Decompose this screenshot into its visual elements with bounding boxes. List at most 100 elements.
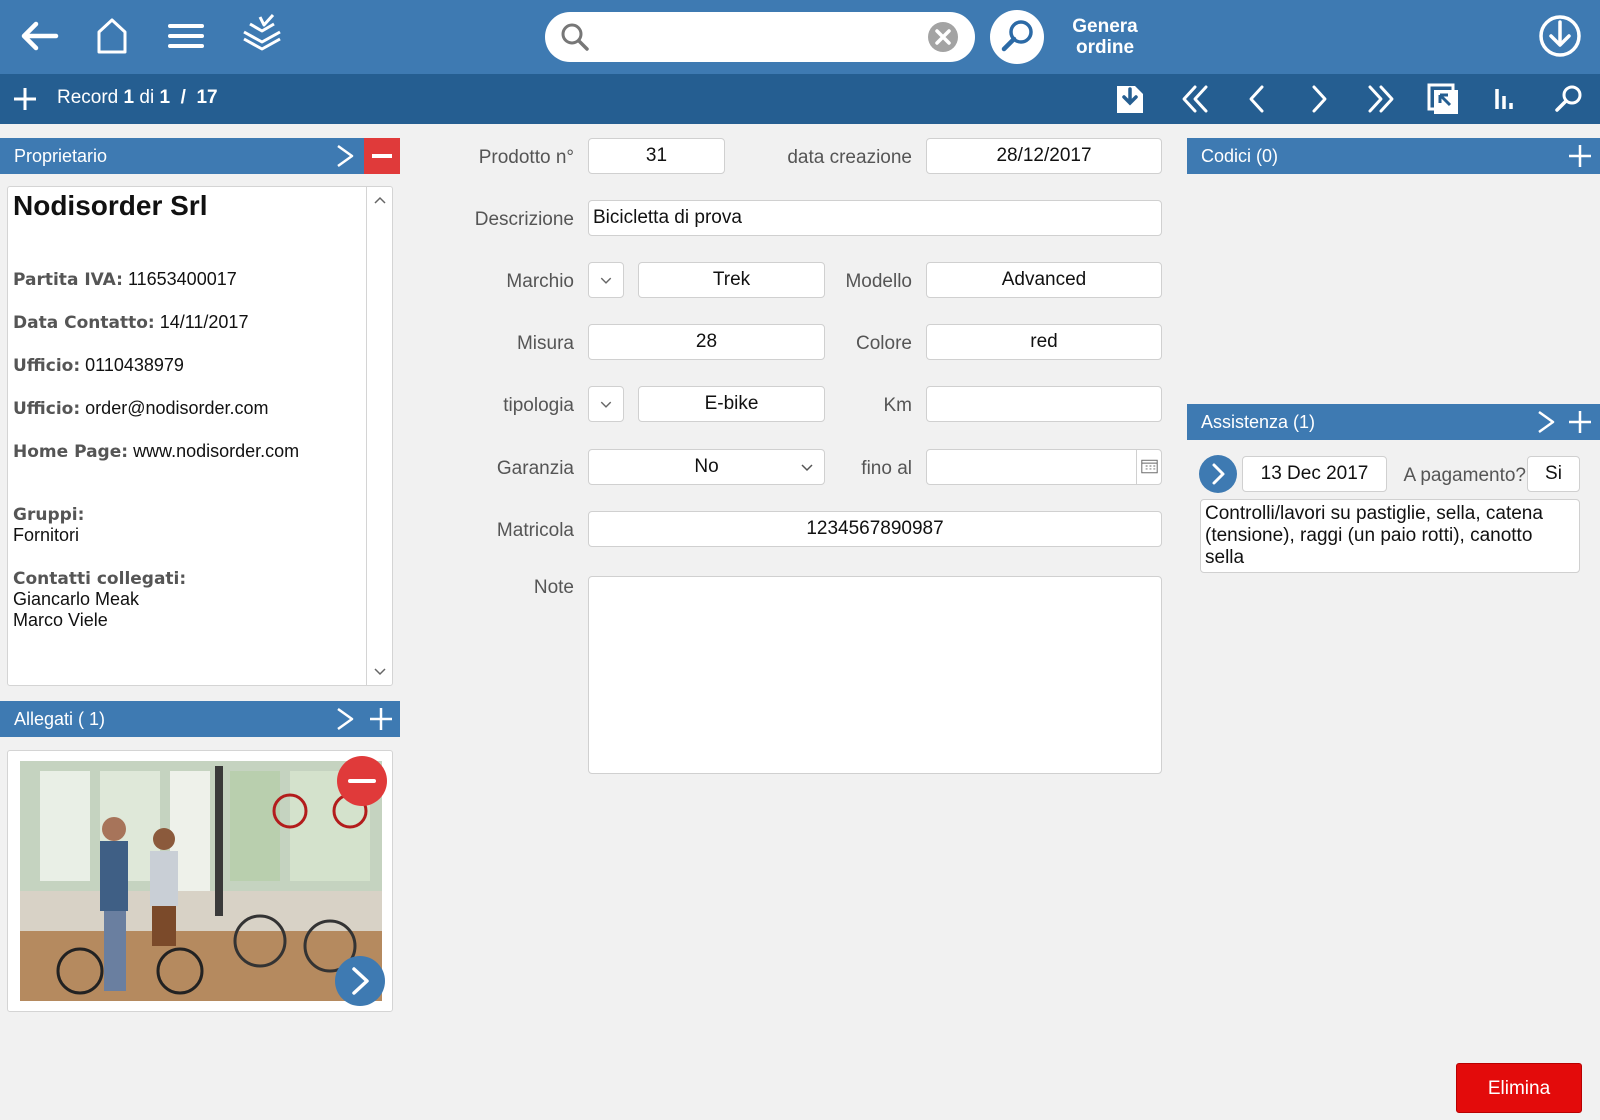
- field-key: Ufficio:: [13, 399, 81, 419]
- layers-icon[interactable]: [238, 12, 286, 60]
- remove-owner-button[interactable]: [364, 138, 400, 174]
- remove-attachment-button[interactable]: [337, 756, 387, 806]
- prodotto-field[interactable]: 31: [588, 138, 725, 174]
- owner-header-title: Proprietario: [14, 146, 108, 166]
- add-attachment-icon[interactable]: [369, 707, 393, 731]
- prev-record-icon[interactable]: [1240, 82, 1274, 116]
- owner-field: Data Contatto: 14/11/2017: [13, 312, 248, 333]
- search-button[interactable]: [990, 10, 1044, 64]
- marchio-dropdown-button[interactable]: [588, 262, 624, 298]
- field-key: Ufficio:: [13, 356, 81, 376]
- owner-field: Ufficio: 0110438979: [13, 355, 184, 376]
- select-icon[interactable]: [1426, 82, 1460, 116]
- chevron-right-icon[interactable]: [1534, 410, 1558, 434]
- contact-item[interactable]: Marco Viele: [13, 610, 186, 631]
- pagamento-label: A pagamento?: [1403, 465, 1526, 486]
- attachments-header-title: Allegati ( 1): [14, 709, 106, 729]
- next-record-icon[interactable]: [1302, 82, 1336, 116]
- record-all: 17: [196, 87, 218, 108]
- matricola-label: Matricola: [496, 520, 574, 541]
- groups-label: Gruppi:: [13, 505, 85, 525]
- record-separator: /: [180, 87, 186, 108]
- colore-field[interactable]: red: [926, 324, 1162, 360]
- clear-icon[interactable]: [927, 21, 959, 53]
- owner-contacts: Contatti collegati: Giancarlo Meak Marco…: [13, 569, 186, 631]
- misura-field[interactable]: 28: [588, 324, 825, 360]
- elimina-button[interactable]: Elimina: [1456, 1063, 1582, 1113]
- field-key: Partita IVA:: [13, 270, 123, 290]
- field-value: 0110438979: [85, 355, 184, 375]
- data-creazione-label: data creazione: [787, 147, 912, 168]
- modello-field[interactable]: Advanced: [926, 262, 1162, 298]
- tipologia-dropdown-button[interactable]: [588, 386, 624, 422]
- garanzia-value: No: [694, 456, 719, 477]
- stats-icon[interactable]: [1488, 82, 1522, 116]
- note-label: Note: [533, 577, 574, 598]
- marchio-label: Marchio: [506, 271, 574, 292]
- menu-icon[interactable]: [162, 12, 210, 60]
- groups-value: Fornitori: [13, 525, 80, 545]
- codici-header-title: Codici (0): [1201, 146, 1279, 166]
- prodotto-label: Prodotto n°: [478, 147, 574, 168]
- chevron-down-icon: [797, 456, 817, 476]
- assistenza-header-title: Assistenza (1): [1201, 412, 1316, 432]
- add-codice-icon[interactable]: [1568, 144, 1592, 168]
- download-icon[interactable]: [1538, 14, 1582, 58]
- first-record-icon[interactable]: [1178, 82, 1212, 116]
- owner-field: Partita IVA: 11653400017: [13, 269, 237, 290]
- scroll-up-icon[interactable]: [373, 193, 387, 207]
- descrizione-label: Descrizione: [474, 209, 574, 230]
- add-record-icon[interactable]: [12, 86, 38, 112]
- find-icon[interactable]: [1552, 82, 1586, 116]
- search-input[interactable]: [599, 20, 919, 54]
- open-assistenza-button[interactable]: [1199, 455, 1237, 493]
- matricola-field[interactable]: 1234567890987: [588, 511, 1162, 547]
- contacts-label: Contatti collegati:: [13, 569, 187, 589]
- top-toolbar: Genera ordine: [0, 0, 1600, 74]
- field-value: 14/11/2017: [159, 312, 249, 332]
- record-counter: Record 1 di 1 / 17: [57, 87, 218, 109]
- home-icon[interactable]: [88, 12, 136, 60]
- assistenza-description[interactable]: Controlli/lavori su pastiglie, sella, ca…: [1200, 499, 1580, 573]
- field-value: www.nodisorder.com: [133, 441, 300, 461]
- genera-ordine-button[interactable]: Genera ordine: [1060, 16, 1150, 58]
- save-icon[interactable]: [1114, 82, 1148, 116]
- misura-label: Misura: [516, 333, 574, 354]
- chevron-right-icon[interactable]: [333, 707, 357, 731]
- pagamento-field[interactable]: Si: [1527, 456, 1580, 492]
- owner-details-panel: Nodisorder Srl Partita IVA: 11653400017 …: [7, 186, 393, 686]
- km-field[interactable]: [926, 386, 1162, 422]
- assistenza-date[interactable]: 13 Dec 2017: [1242, 456, 1387, 492]
- calendar-icon[interactable]: [1136, 450, 1162, 484]
- record-total: 1: [159, 87, 171, 108]
- back-arrow-icon[interactable]: [14, 12, 62, 60]
- last-record-icon[interactable]: [1364, 82, 1398, 116]
- genera-label-line2: ordine: [1075, 37, 1135, 58]
- data-creazione-field[interactable]: 28/12/2017: [926, 138, 1162, 174]
- note-textarea[interactable]: [588, 576, 1162, 774]
- record-current: 1: [123, 87, 135, 108]
- tipologia-label: tipologia: [503, 395, 574, 416]
- tipologia-field[interactable]: E-bike: [638, 386, 825, 422]
- garanzia-label: Garanzia: [496, 458, 574, 479]
- owner-name: Nodisorder Srl: [13, 190, 208, 221]
- chevron-right-icon[interactable]: [333, 144, 357, 168]
- marchio-field[interactable]: Trek: [638, 262, 825, 298]
- owner-scrollbar[interactable]: [366, 187, 392, 685]
- colore-label: Colore: [856, 333, 912, 354]
- record-navbar: Record 1 di 1 / 17: [0, 74, 1600, 124]
- attachment-image[interactable]: [20, 761, 382, 1001]
- garanzia-select[interactable]: No: [588, 449, 825, 485]
- fino-al-label: fino al: [861, 458, 912, 479]
- codici-section-header: Codici (0): [1187, 138, 1600, 174]
- descrizione-field[interactable]: Bicicletta di prova: [588, 200, 1162, 236]
- field-value: order@nodisorder.com: [85, 398, 269, 418]
- genera-label-line1: Genera: [1072, 16, 1138, 37]
- contact-item[interactable]: Giancarlo Meak: [13, 589, 186, 610]
- assistenza-section-header: Assistenza (1): [1187, 404, 1600, 440]
- scroll-down-icon[interactable]: [373, 665, 387, 679]
- next-attachment-button[interactable]: [335, 956, 385, 1006]
- fino-al-field[interactable]: [926, 449, 1162, 485]
- add-assistenza-icon[interactable]: [1568, 410, 1592, 434]
- owner-section-header: Proprietario: [0, 138, 400, 174]
